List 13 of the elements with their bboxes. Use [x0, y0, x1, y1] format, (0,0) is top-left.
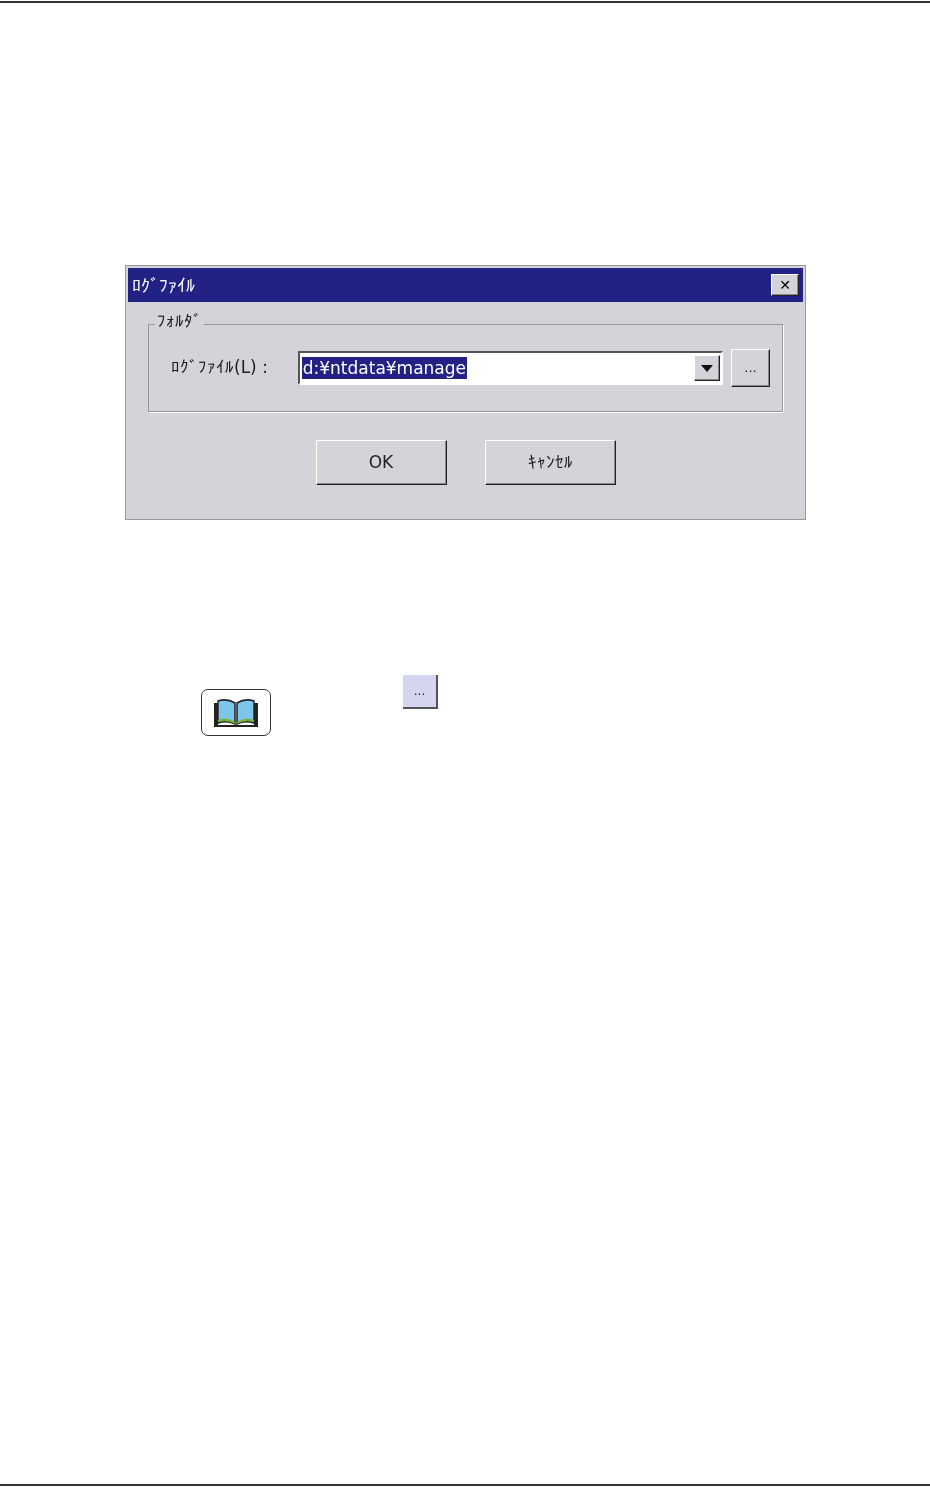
- window-title: ﾛｸﾞﾌｧｲﾙ: [132, 273, 195, 298]
- path-combo-box[interactable]: d:¥ntdata¥manage: [297, 351, 723, 385]
- dialog-button[interactable]: OK: [315, 440, 447, 485]
- dialog-button[interactable]: ｷｬﾝｾﾙ: [484, 440, 616, 485]
- close-button[interactable]: ✕: [771, 274, 799, 296]
- group-label: ﾌｫﾙﾀﾞ: [155, 313, 204, 330]
- browse-button[interactable]: ...: [730, 349, 770, 387]
- field-label: ﾛｸﾞﾌｧｲﾙ(L) :: [171, 356, 269, 380]
- browse-button[interactable]: ...: [403, 675, 438, 709]
- caret-icon: [700, 364, 713, 372]
- book-icon: [213, 698, 259, 727]
- dropdown-button[interactable]: [693, 355, 720, 381]
- path-value: d:¥ntdata¥manage: [301, 357, 468, 379]
